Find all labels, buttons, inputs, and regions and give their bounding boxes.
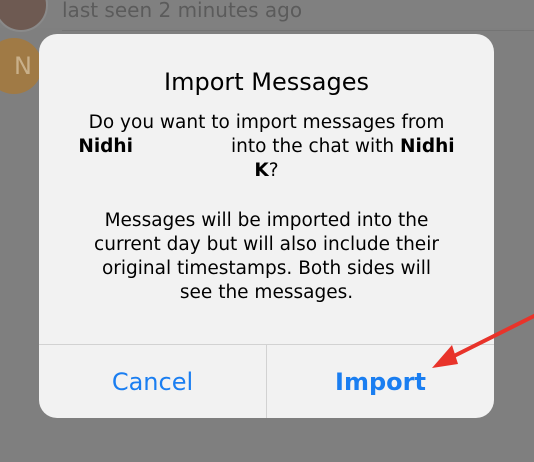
avatar <box>0 0 48 32</box>
alert-detail-line-2: current day but will also include their <box>94 234 439 255</box>
cancel-button[interactable]: Cancel <box>39 345 266 418</box>
alert-message-line-2: Nidhi into the chat with Nidhi <box>78 136 455 157</box>
alert-detail-line-1: Messages will be imported into the <box>104 210 429 231</box>
alert-detail-line-4: see the messages. <box>179 282 354 303</box>
alert-message-line-1: Do you want to import messages from <box>88 112 445 133</box>
alert-message-line-3: K? <box>254 160 279 181</box>
divider <box>62 30 534 31</box>
contact-name-source: Nidhi <box>78 136 133 157</box>
chat-header-row: last seen 2 minutes ago <box>0 0 534 32</box>
contact-name-target: Nidhi <box>400 136 455 157</box>
last-seen-status: last seen 2 minutes ago <box>62 0 303 22</box>
import-button[interactable]: Import <box>267 345 494 418</box>
import-messages-alert: Import Messages Do you want to import me… <box>39 34 494 418</box>
avatar-initial: N <box>0 38 42 94</box>
alert-detail-line-3: original timestamps. Both sides will <box>101 258 432 279</box>
alert-button-row: Cancel Import <box>39 344 494 418</box>
